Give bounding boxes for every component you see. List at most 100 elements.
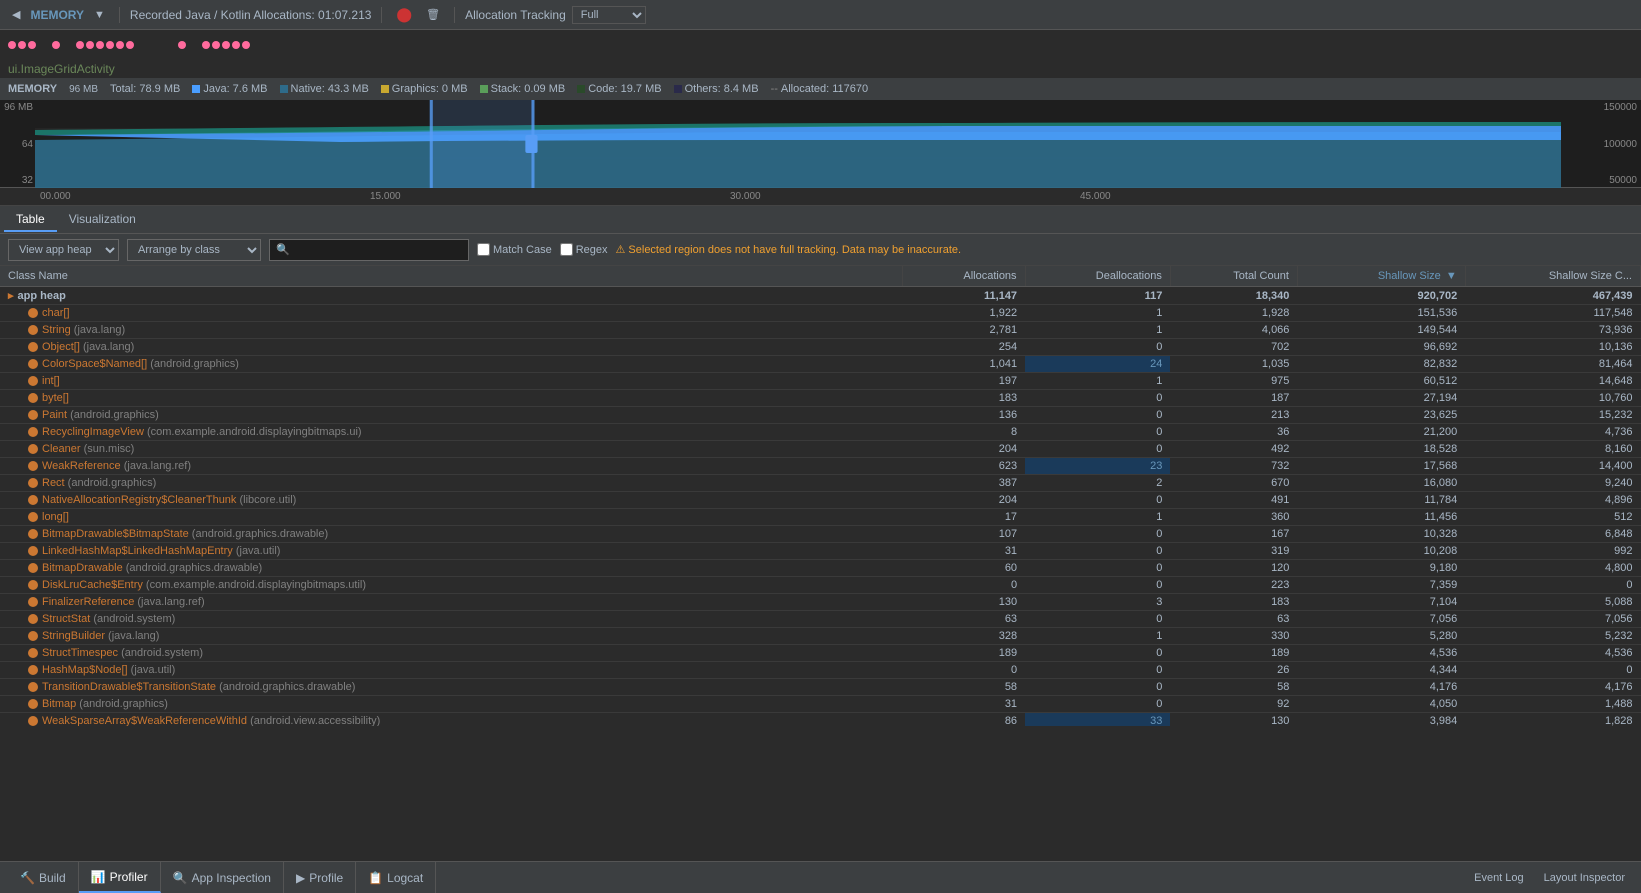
class-icon xyxy=(28,597,38,607)
row-shallow-size_c: 8,160 xyxy=(1465,441,1640,458)
row-shallow-size: 10,328 xyxy=(1297,526,1465,543)
table-row[interactable]: String (java.lang)2,78114,066149,54473,9… xyxy=(0,322,1641,339)
col-class-name[interactable]: Class Name xyxy=(0,266,902,287)
row-pkg: (android.system) xyxy=(118,647,203,659)
bottom-tab-app-inspection[interactable]: 🔍 App Inspection xyxy=(161,862,284,893)
row-deallocations: 0 xyxy=(1025,526,1170,543)
tracking-select[interactable]: Full Sampled None xyxy=(572,6,646,24)
stop-button[interactable]: ⬤ xyxy=(392,4,416,25)
table-row[interactable]: int[] 197197560,51214,648 xyxy=(0,373,1641,390)
class-icon xyxy=(28,342,38,352)
dot-6 xyxy=(86,41,94,49)
table-row[interactable]: DiskLruCache$Entry (com.example.android.… xyxy=(0,577,1641,594)
bottom-tab-profiler[interactable]: 📊 Profiler xyxy=(79,862,161,893)
row-pkg: (java.lang.ref) xyxy=(121,460,191,472)
regex-checkbox[interactable] xyxy=(560,243,573,256)
java-stat: Java: 7.6 MB xyxy=(192,83,267,95)
back-button[interactable]: ◀ xyxy=(8,6,24,23)
row-shallow-size: 16,080 xyxy=(1297,475,1465,492)
table-row[interactable]: BitmapDrawable (android.graphics.drawabl… xyxy=(0,560,1641,577)
dot-16 xyxy=(242,41,250,49)
dot-12 xyxy=(202,41,210,49)
event-log-link[interactable]: Event Log xyxy=(1466,872,1532,884)
class-icon xyxy=(28,325,38,335)
table-row[interactable]: Object[] (java.lang)254070296,69210,136 xyxy=(0,339,1641,356)
row-shallow-size_c: 1,828 xyxy=(1465,713,1640,727)
bottom-tab-logcat[interactable]: 📋 Logcat xyxy=(356,862,436,893)
tab-visualization[interactable]: Visualization xyxy=(57,208,148,232)
table-row[interactable]: LinkedHashMap$LinkedHashMapEntry (java.u… xyxy=(0,543,1641,560)
row-shallow-size: 10,208 xyxy=(1297,543,1465,560)
heap-select[interactable]: View app heap View JVM heap xyxy=(8,239,119,261)
trash-button[interactable]: 🗑 xyxy=(422,6,444,23)
table-row[interactable]: StringBuilder (java.lang)32813305,2805,2… xyxy=(0,628,1641,645)
arrange-select[interactable]: Arrange by class Arrange by package Arra… xyxy=(127,239,261,261)
table-row[interactable]: TransitionDrawable$TransitionState (andr… xyxy=(0,679,1641,696)
app-inspection-icon: 🔍 xyxy=(173,871,188,885)
row-total-count: 183 xyxy=(1170,594,1297,611)
layout-inspector-link[interactable]: Layout Inspector xyxy=(1536,872,1633,884)
row-shallow-size_c: 4,800 xyxy=(1465,560,1640,577)
class-icon xyxy=(28,359,38,369)
row-allocations: 63 xyxy=(902,611,1025,628)
col-deallocations[interactable]: Deallocations xyxy=(1025,266,1170,287)
code-label: Code: 19.7 MB xyxy=(588,83,661,95)
row-name: WeakSparseArray$WeakReferenceWithId xyxy=(42,715,247,726)
bottom-tab-profile[interactable]: ▶ Profile xyxy=(284,862,356,893)
row-total-count: 319 xyxy=(1170,543,1297,560)
row-allocations: 86 xyxy=(902,713,1025,727)
y-label-top: 96 MB xyxy=(2,102,33,113)
table-row[interactable]: byte[] 183018727,19410,760 xyxy=(0,390,1641,407)
search-input[interactable] xyxy=(269,239,469,261)
row-shallow-size_c: 9,240 xyxy=(1465,475,1640,492)
row-name: Rect xyxy=(42,477,65,489)
table-row[interactable]: Bitmap (android.graphics)310924,0501,488 xyxy=(0,696,1641,713)
row-pkg: (android.graphics) xyxy=(147,358,239,370)
table-row[interactable]: WeakReference (java.lang.ref)6232373217,… xyxy=(0,458,1641,475)
col-shallow-size-c[interactable]: Shallow Size C... xyxy=(1465,266,1640,287)
table-row[interactable]: NativeAllocationRegistry$CleanerThunk (l… xyxy=(0,492,1641,509)
class-icon xyxy=(28,580,38,590)
section-label: MEMORY xyxy=(30,8,84,22)
row-allocations: 197 xyxy=(902,373,1025,390)
match-case-label: Match Case xyxy=(477,243,552,256)
table-row[interactable]: long[] 17136011,456512 xyxy=(0,509,1641,526)
bottom-tab-build[interactable]: 🔨 Build xyxy=(8,862,79,893)
row-class-name: char[] xyxy=(0,305,902,322)
tab-table[interactable]: Table xyxy=(4,208,57,232)
table-row[interactable]: HashMap$Node[] (java.util)00264,3440 xyxy=(0,662,1641,679)
table-row[interactable]: RecyclingImageView (com.example.android.… xyxy=(0,424,1641,441)
match-case-checkbox[interactable] xyxy=(477,243,490,256)
class-icon xyxy=(28,427,38,437)
table-row[interactable]: ColorSpace$Named[] (android.graphics)1,0… xyxy=(0,356,1641,373)
table-row[interactable]: WeakSparseArray$WeakReferenceWithId (and… xyxy=(0,713,1641,727)
col-total-count[interactable]: Total Count xyxy=(1170,266,1297,287)
table-row[interactable]: FinalizerReference (java.lang.ref)130318… xyxy=(0,594,1641,611)
row-pkg: (android.graphics) xyxy=(65,477,157,489)
table-row[interactable]: Rect (android.graphics)387267016,0809,24… xyxy=(0,475,1641,492)
build-label: Build xyxy=(39,871,66,885)
row-name: BitmapDrawable$BitmapState xyxy=(42,528,189,540)
controls-row: View app heap View JVM heap Arrange by c… xyxy=(0,234,1641,266)
table-row[interactable]: BitmapDrawable$BitmapState (android.grap… xyxy=(0,526,1641,543)
table-row[interactable]: StructStat (android.system)630637,0567,0… xyxy=(0,611,1641,628)
table-row[interactable]: Paint (android.graphics)136021323,62515,… xyxy=(0,407,1641,424)
row-name: Paint xyxy=(42,409,67,421)
table-row[interactable]: char[] 1,92211,928151,536117,548 xyxy=(0,305,1641,322)
col-shallow-size[interactable]: Shallow Size ▼ xyxy=(1297,266,1465,287)
row-allocations: 0 xyxy=(902,662,1025,679)
logcat-icon: 📋 xyxy=(368,871,383,885)
class-icon xyxy=(28,563,38,573)
row-shallow-size: 4,050 xyxy=(1297,696,1465,713)
row-deallocations: 117 xyxy=(1025,287,1170,305)
table-row[interactable]: StructTimespec (android.system)18901894,… xyxy=(0,645,1641,662)
table-row[interactable]: Cleaner (sun.misc)204049218,5288,160 xyxy=(0,441,1641,458)
col-allocations[interactable]: Allocations xyxy=(902,266,1025,287)
row-total-count: 4,066 xyxy=(1170,322,1297,339)
table-container[interactable]: Class Name Allocations Deallocations Tot… xyxy=(0,266,1641,726)
data-table: Class Name Allocations Deallocations Tot… xyxy=(0,266,1641,726)
row-pkg: (android.view.accessibility) xyxy=(247,715,380,726)
table-row[interactable]: ▸app heap11,14711718,340920,702467,439 xyxy=(0,287,1641,305)
dropdown-arrow[interactable]: ▼ xyxy=(90,7,109,23)
total-stat: Total: 78.9 MB xyxy=(110,83,180,95)
